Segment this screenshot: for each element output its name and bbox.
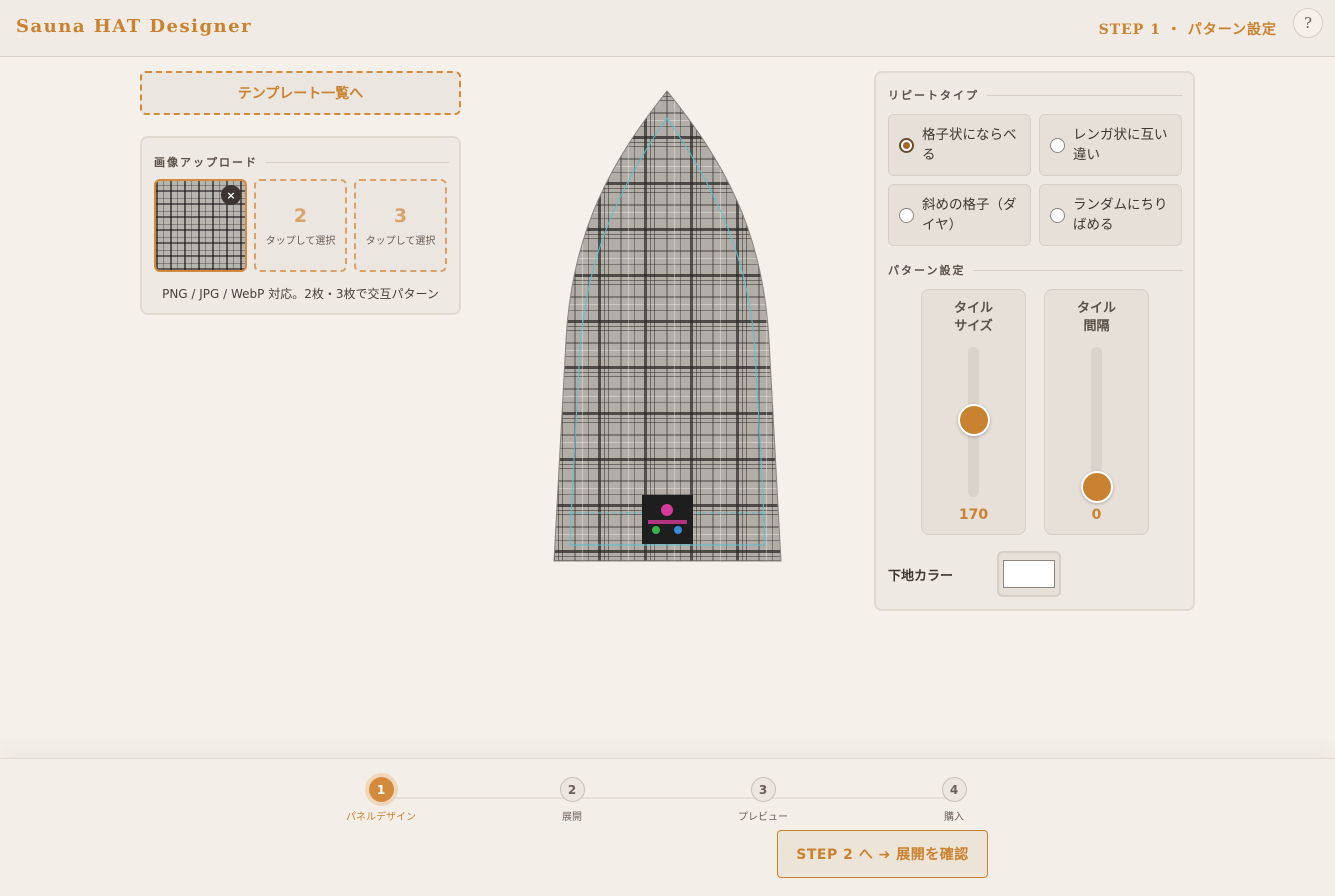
app-header: Sauna HAT Designer STEP 1 ・ パターン設定 ? (0, 0, 1335, 57)
image-upload-panel: 画像アップロード × 2 タップして選択 3 タップして選択 PNG / JPG… (140, 136, 461, 315)
close-icon[interactable]: × (221, 185, 241, 205)
slider-label-line2: サイズ (954, 319, 993, 334)
step-3-preview[interactable]: 3 プレビュー (713, 777, 813, 823)
current-step-label: STEP 1 ・ パターン設定 (1098, 22, 1277, 38)
pattern-title-text: パターン設定 (888, 264, 966, 277)
repeat-option-brick[interactable]: レンガ状に互い違い (1039, 114, 1182, 176)
base-color-swatch[interactable] (1003, 560, 1055, 588)
step-4-purchase[interactable]: 4 購入 (904, 777, 1004, 823)
tile-gap-slider-thumb[interactable] (1081, 471, 1113, 503)
tile-size-slider-thumb[interactable] (958, 404, 990, 436)
radio-icon[interactable] (1050, 137, 1065, 153)
step-number: 1 (368, 777, 394, 802)
divider (266, 161, 449, 163)
brand-label-icon (642, 495, 693, 544)
tile-size-slider-card: タイル サイズ 170 (921, 289, 1026, 535)
stepper-line (381, 797, 954, 799)
upload-slot-3[interactable]: 3 タップして選択 (354, 179, 447, 272)
pattern-section-title: パターン設定 (888, 262, 1183, 278)
slot-hint: タップして選択 (365, 235, 436, 247)
repeat-option-random[interactable]: ランダムにちりばめる (1039, 184, 1182, 246)
slider-label-line1: タイル (1076, 301, 1116, 316)
next-step-button[interactable]: STEP 2 へ ➔ 展開を確認 (777, 830, 988, 878)
divider (973, 269, 1183, 271)
step-number: 3 (750, 777, 776, 802)
repeat-type-section-title: リピートタイプ (888, 87, 1183, 103)
hat-panel-svg (553, 90, 782, 562)
step-1-panel-design[interactable]: 1 パネルデザイン (331, 777, 431, 823)
step-number: 4 (941, 777, 967, 802)
radio-label: レンガ状に互い違い (1073, 127, 1168, 163)
upload-format-note: PNG / JPG / WebP 対応。2枚・3枚で交互パターン (162, 287, 439, 301)
slot-hint: タップして選択 (265, 235, 336, 247)
upload-slot-2[interactable]: 2 タップして選択 (254, 179, 347, 272)
upload-title-text: 画像アップロード (154, 156, 258, 169)
tile-size-value: 170 (958, 507, 989, 523)
radio-label: 斜めの格子（ダイヤ） (922, 197, 1017, 233)
base-color-label: 下地カラー (888, 569, 954, 584)
step-2-unfold[interactable]: 2 展開 (522, 777, 622, 823)
step-name: パネルデザイン (346, 812, 416, 823)
radio-label: ランダムにちりばめる (1073, 197, 1168, 233)
radio-selected-icon[interactable] (899, 137, 914, 153)
base-color-picker[interactable] (997, 551, 1061, 597)
hat-panel-preview (552, 90, 783, 562)
radio-icon[interactable] (899, 207, 914, 223)
slider-label-line2: 間隔 (1083, 319, 1110, 334)
step-name: 購入 (944, 812, 964, 823)
slot-number: 2 (293, 204, 308, 227)
step-name: 展開 (562, 812, 582, 823)
slider-label-line1: タイル (953, 301, 993, 316)
app-title: Sauna HAT Designer (16, 16, 253, 37)
upload-section-title: 画像アップロード (154, 154, 449, 170)
step-number: 2 (559, 777, 585, 802)
hat-panel-shape (553, 90, 782, 562)
radio-icon[interactable] (1050, 207, 1065, 223)
footer-stepper: 1 パネルデザイン 2 展開 3 プレビュー 4 購入 STEP 2 へ ➔ 展… (0, 758, 1335, 896)
tile-gap-value: 0 (1091, 507, 1102, 523)
upload-slot-1[interactable]: × (154, 179, 247, 272)
repeat-title-text: リピートタイプ (888, 89, 979, 102)
slider-label: タイル 間隔 (1045, 300, 1148, 336)
pattern-settings-panel: リピートタイプ 格子状にならべる レンガ状に互い違い 斜めの格子（ダイヤ） ラン… (874, 71, 1195, 611)
question-icon: ? (1303, 14, 1313, 32)
repeat-option-grid[interactable]: 格子状にならべる (888, 114, 1031, 176)
radio-label: 格子状にならべる (922, 127, 1017, 163)
help-button[interactable]: ? (1293, 8, 1323, 38)
step-name: プレビュー (738, 812, 788, 823)
template-list-button[interactable]: テンプレート一覧へ (140, 71, 461, 115)
slider-label: タイル サイズ (922, 300, 1025, 336)
slot-number: 3 (393, 204, 408, 227)
repeat-option-diamond[interactable]: 斜めの格子（ダイヤ） (888, 184, 1031, 246)
tile-gap-slider-card: タイル 間隔 0 (1044, 289, 1149, 535)
divider (987, 94, 1183, 96)
